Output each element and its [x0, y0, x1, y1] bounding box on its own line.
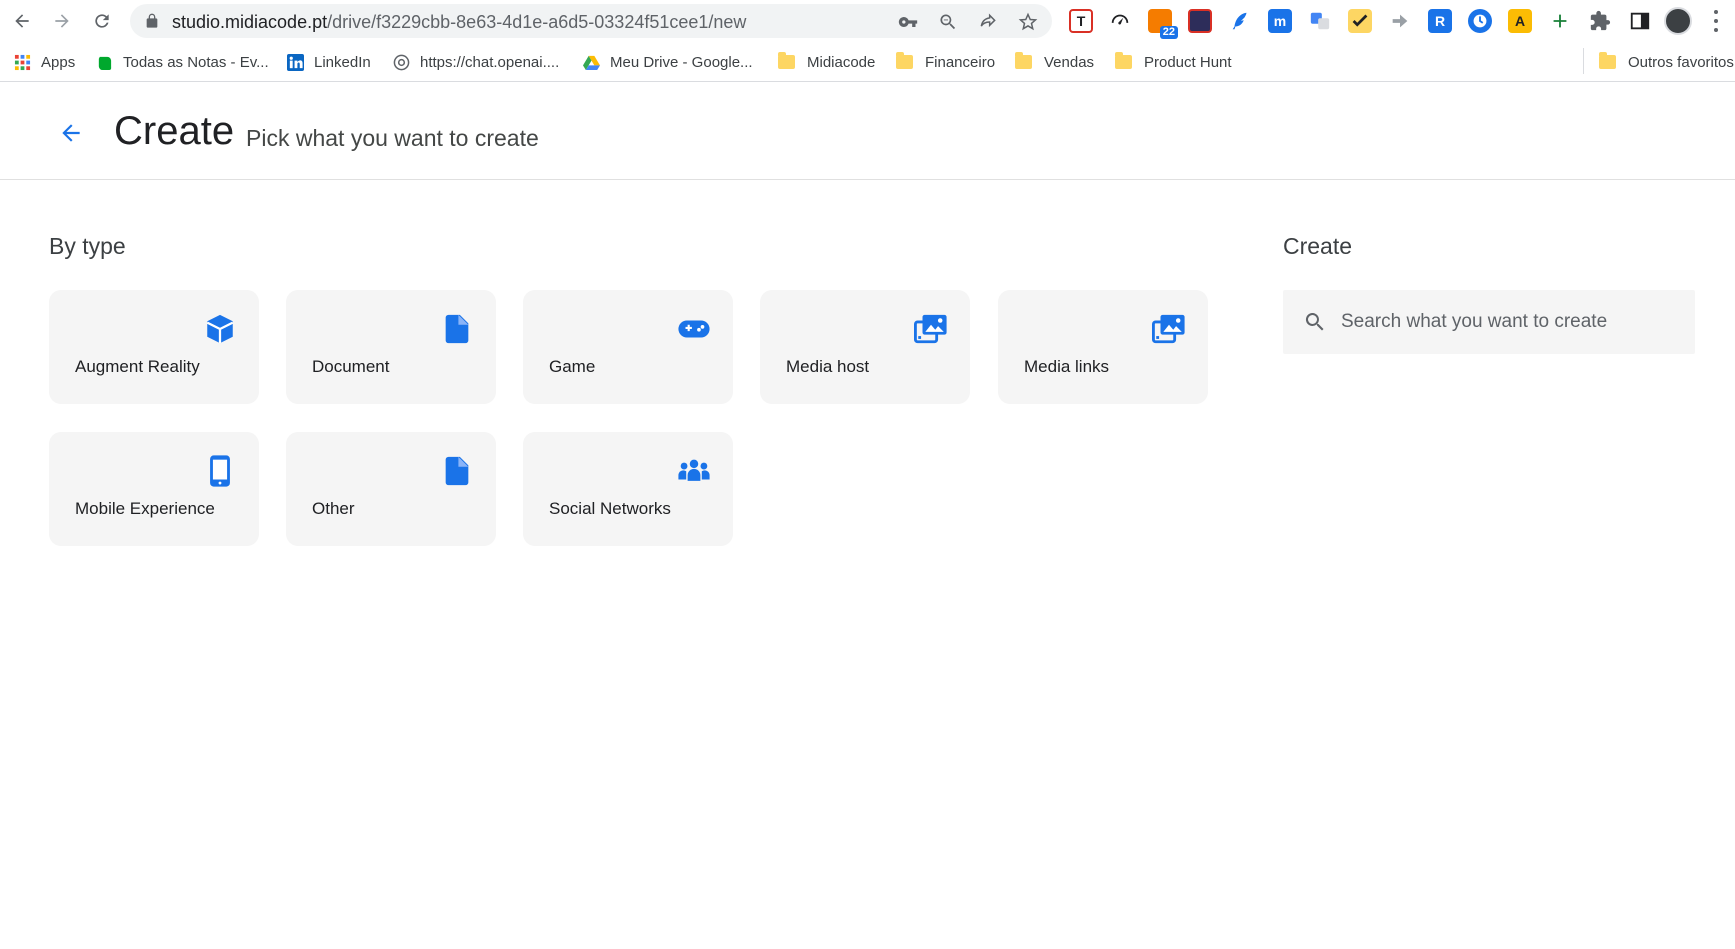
arrow-left-icon: [15, 14, 29, 28]
media-library-icon: [1152, 312, 1186, 346]
bookmark-evernote[interactable]: Todas as Notas - Ev...: [96, 52, 269, 72]
folder-icon: [1599, 52, 1616, 69]
bookmark-apps[interactable]: Apps: [14, 52, 75, 72]
share-icon[interactable]: [978, 12, 998, 32]
bookmarks-bar: Apps Todas as Notas - Ev... LinkedIn htt…: [0, 42, 1735, 82]
checkmark-icon[interactable]: [1348, 9, 1372, 33]
bookmark-linkedin[interactable]: LinkedIn: [287, 52, 371, 72]
speedometer-icon[interactable]: [1108, 9, 1132, 33]
type-card-label: Game: [549, 357, 596, 376]
bookmark-financeiro[interactable]: Financeiro: [896, 52, 995, 72]
browser-toolbar: studio.midiacode.pt/drive/f3229cbb-8e63-…: [0, 0, 1735, 42]
create-title: Create: [1283, 233, 1353, 259]
media-library-icon: [914, 312, 948, 346]
url-text: studio.midiacode.pt/drive/f3229cbb-8e63-…: [172, 12, 746, 32]
extension-r-icon[interactable]: R: [1428, 9, 1452, 33]
type-card-game[interactable]: Game: [523, 290, 733, 404]
side-panel-icon[interactable]: [1628, 9, 1652, 33]
type-card-label: Media links: [1024, 357, 1110, 376]
lock-icon: [146, 13, 158, 28]
search-icon: [1305, 313, 1324, 331]
folder-icon: [1015, 52, 1032, 69]
type-card-mobile-experience[interactable]: Mobile Experience: [49, 432, 259, 546]
extension-m-icon[interactable]: m: [1268, 9, 1292, 33]
back-arrow-icon[interactable]: [58, 120, 84, 146]
type-card-media-host[interactable]: Media host: [760, 290, 970, 404]
bookmark-vendas[interactable]: Vendas: [1015, 52, 1094, 72]
folder-icon: [896, 52, 913, 69]
profile-avatar[interactable]: [1664, 7, 1692, 35]
url-host: studio.midiacode.pt: [172, 12, 328, 32]
type-card-social-networks[interactable]: Social Networks: [523, 432, 733, 546]
translate-icon[interactable]: [1308, 9, 1332, 33]
smartphone-icon: [203, 454, 237, 488]
extension-badge-count: 22: [1159, 26, 1178, 39]
star-icon[interactable]: [1018, 12, 1038, 32]
page-title: Create: [114, 109, 235, 153]
create-search-box[interactable]: [1283, 290, 1695, 354]
extension-badge-icon[interactable]: 22: [1148, 9, 1178, 39]
type-card-label: Augment Reality: [75, 357, 200, 376]
key-icon[interactable]: [898, 12, 918, 32]
type-card-label: Social Networks: [549, 499, 671, 518]
url-path: /drive/f3229cbb-8e63-4d1e-a6d5-03324f51c…: [327, 12, 747, 32]
extension-dark-icon[interactable]: [1188, 9, 1212, 33]
cube-icon: [203, 312, 237, 346]
type-card-label: Other: [312, 499, 355, 518]
clock-icon[interactable]: [1468, 9, 1492, 33]
type-card-augment-reality[interactable]: Augment Reality: [49, 290, 259, 404]
type-card-other[interactable]: Other: [286, 432, 496, 546]
groups-icon: [677, 454, 711, 488]
reload-icon: [95, 14, 109, 28]
plus-icon[interactable]: [1548, 9, 1572, 33]
bookmark-midiacode[interactable]: Midiacode: [778, 52, 875, 72]
folder-icon: [1115, 52, 1132, 69]
type-card-label: Media host: [786, 357, 870, 376]
bookmark-product-hunt[interactable]: Product Hunt: [1115, 52, 1232, 72]
by-type-title: By type: [49, 233, 126, 259]
bookmark-google-drive[interactable]: Meu Drive - Google...: [583, 52, 753, 72]
bookmark-other-favorites[interactable]: Outros favoritos: [1599, 52, 1734, 72]
browser-forward-button[interactable]: [49, 8, 75, 34]
quill-icon[interactable]: [1228, 9, 1252, 33]
page-subtitle: Pick what you want to create: [246, 125, 539, 151]
type-card-label: Document: [312, 357, 390, 376]
google-drive-icon: [583, 55, 600, 70]
puzzle-icon[interactable]: [1588, 9, 1612, 33]
linkedin-icon: [287, 53, 304, 71]
type-card-label: Mobile Experience: [75, 499, 215, 518]
extension-t-icon[interactable]: T: [1069, 9, 1093, 33]
folder-icon: [778, 52, 795, 69]
browser-reload-button[interactable]: [89, 8, 115, 34]
arrow-right-icon: [55, 14, 69, 28]
type-card-media-links[interactable]: Media links: [998, 290, 1208, 404]
evernote-icon: [98, 56, 112, 70]
create-search-input[interactable]: [1341, 306, 1681, 338]
extension-a-icon[interactable]: A: [1508, 9, 1532, 33]
browser-menu-icon[interactable]: [1712, 10, 1720, 32]
document-icon: [440, 312, 474, 346]
gamepad-icon: [677, 312, 711, 346]
bookmarks-separator: [1583, 48, 1584, 74]
page-header: Create Pick what you want to create: [0, 82, 1735, 180]
browser-back-button[interactable]: [9, 8, 35, 34]
bookmark-chatgpt[interactable]: https://chat.openai....: [393, 52, 559, 72]
puzzle-arrow-icon[interactable]: [1388, 9, 1412, 33]
zoom-icon[interactable]: [938, 12, 958, 32]
document-icon: [440, 454, 474, 488]
apps-grid-icon: [14, 54, 31, 70]
address-bar[interactable]: studio.midiacode.pt/drive/f3229cbb-8e63-…: [130, 4, 1052, 38]
openai-icon: [393, 54, 410, 70]
type-card-document[interactable]: Document: [286, 290, 496, 404]
